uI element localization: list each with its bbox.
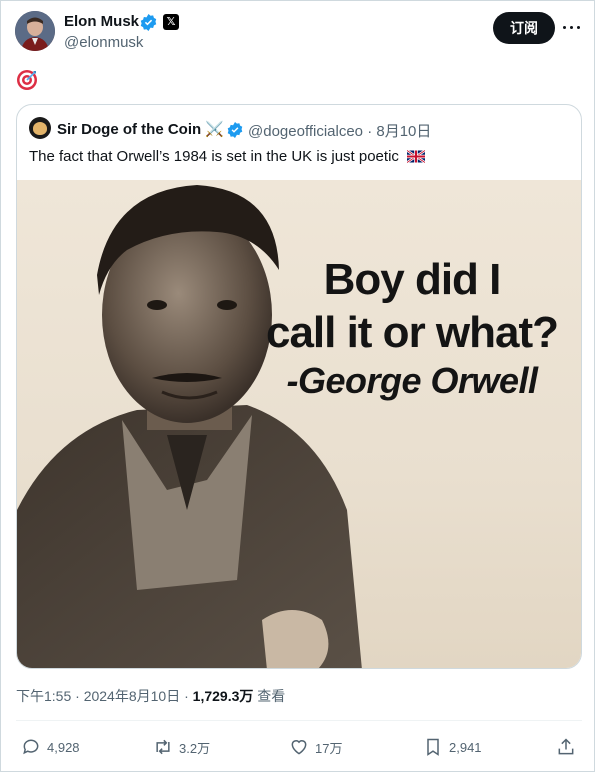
meta-separator: · xyxy=(367,123,373,140)
verified-badge-icon xyxy=(140,14,157,31)
like-button[interactable]: 17万 xyxy=(289,736,342,758)
orwell-portrait-image xyxy=(17,185,362,668)
meme-image[interactable]: Boy did I call it or what? -George Orwel… xyxy=(17,180,581,668)
bookmark-count: 2,941 xyxy=(449,739,482,755)
quoted-text: The fact that Orwell’s 1984 is set in th… xyxy=(29,148,426,165)
bookmark-icon xyxy=(427,738,439,756)
author-name[interactable]: Elon Musk xyxy=(64,13,139,30)
tweet-timestamp: 下午1:55 · 2024年8月10日 · 1,729.3万 查看 xyxy=(16,686,285,706)
x-affiliation-icon: 𝕏 xyxy=(163,14,179,30)
quoted-date[interactable]: 8月10日 xyxy=(376,123,431,140)
quoted-author-name[interactable]: Sir Doge of the Coin ⚔️ xyxy=(57,120,224,138)
target-emoji-icon xyxy=(17,70,37,90)
swords-emoji: ⚔️ xyxy=(205,121,225,138)
heart-icon xyxy=(291,740,307,755)
quoted-author-avatar[interactable] xyxy=(29,117,51,139)
post-time[interactable]: 下午1:55 xyxy=(16,688,71,704)
retweet-count: 3.2万 xyxy=(179,740,211,756)
reply-button[interactable]: 4,928 xyxy=(21,736,80,758)
retweet-button[interactable]: 3.2万 xyxy=(153,736,210,758)
divider xyxy=(16,720,582,721)
like-count: 17万 xyxy=(315,740,343,756)
view-count: 1,729.3万 xyxy=(192,688,254,704)
quoted-meta: @dogeofficialceo · 8月10日 xyxy=(248,120,431,141)
subscribe-button[interactable]: 订阅 xyxy=(493,12,555,44)
meme-caption-line1: Boy did I xyxy=(323,255,502,304)
meme-caption-line3: -George Orwell xyxy=(286,360,538,401)
quoted-author-name-text: Sir Doge of the Coin xyxy=(57,121,202,138)
quoted-handle[interactable]: @dogeofficialceo xyxy=(248,123,363,140)
uk-flag-icon xyxy=(407,150,426,163)
author-avatar[interactable] xyxy=(15,11,55,51)
timestamp-separator-2: · xyxy=(184,688,189,704)
view-label: 查看 xyxy=(257,688,286,704)
reply-icon xyxy=(23,739,39,755)
post-date[interactable]: 2024年8月10日 xyxy=(84,688,181,704)
quoted-text-body: The fact that Orwell’s 1984 is set in th… xyxy=(29,148,399,165)
reply-count: 4,928 xyxy=(47,739,80,755)
more-options-icon[interactable] xyxy=(561,15,583,39)
meme-caption-line2: call it or what? xyxy=(265,308,559,357)
quoted-tweet[interactable]: Sir Doge of the Coin ⚔️ @dogeofficialceo… xyxy=(16,104,582,669)
share-icon xyxy=(558,738,574,755)
quoted-verified-badge-icon xyxy=(227,122,243,138)
bookmark-button[interactable]: 2,941 xyxy=(423,736,482,758)
retweet-icon xyxy=(156,739,170,755)
timestamp-separator: · xyxy=(75,688,80,704)
tweet-card: Elon Musk 𝕏 @elonmusk 订阅 Sir Doge of the… xyxy=(0,0,595,772)
share-button[interactable] xyxy=(556,736,576,758)
author-handle[interactable]: @elonmusk xyxy=(64,34,143,51)
